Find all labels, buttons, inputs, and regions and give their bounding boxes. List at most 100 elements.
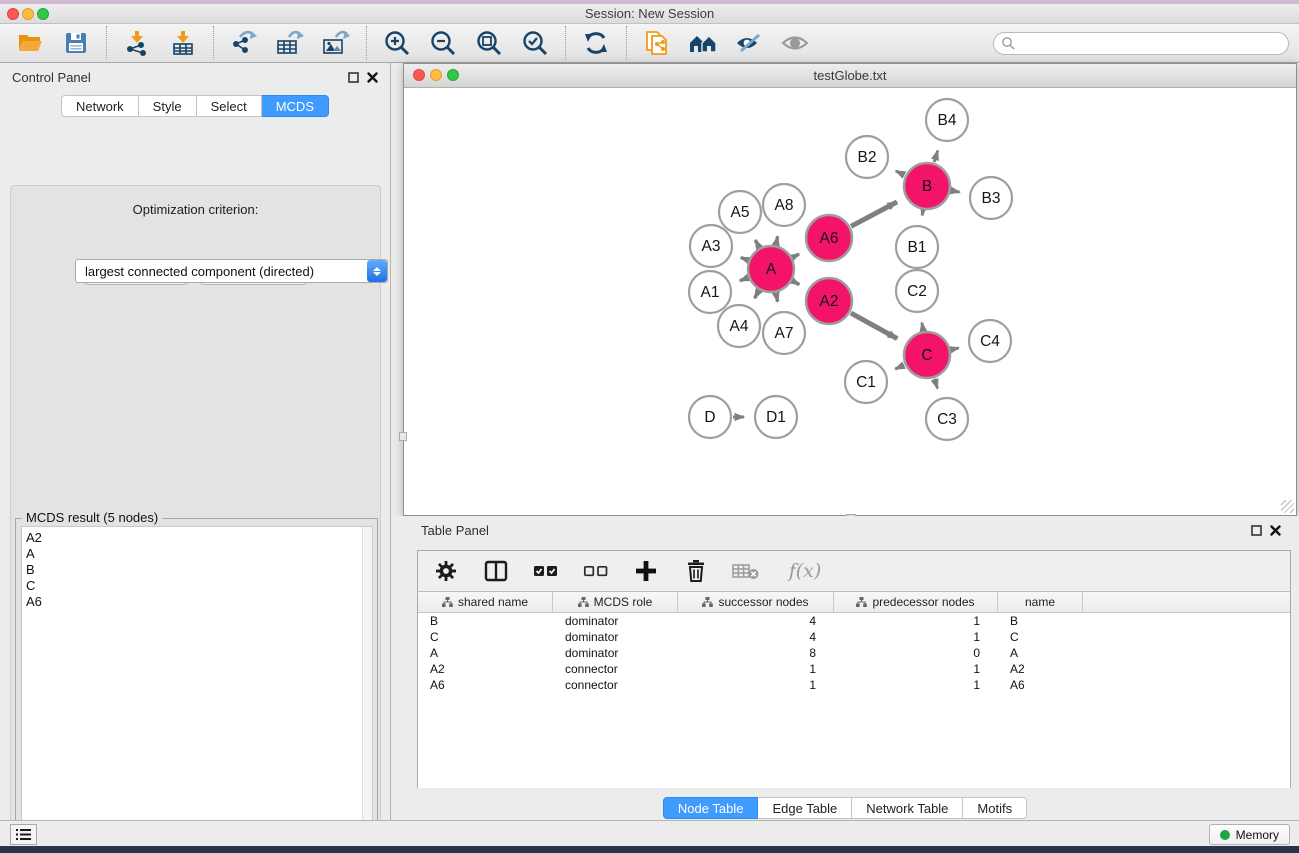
table-cell[interactable]: dominator — [553, 645, 678, 661]
import-table-icon[interactable] — [167, 27, 199, 59]
maximize-window-button[interactable] — [37, 8, 49, 20]
export-image-icon[interactable] — [320, 27, 352, 59]
select-all-icon[interactable] — [532, 557, 560, 585]
graph-edge-A-A4[interactable] — [755, 291, 759, 298]
table-cell[interactable]: 1 — [834, 661, 998, 677]
graph-node-D1[interactable]: D1 — [755, 396, 797, 438]
network-window-titlebar[interactable]: testGlobe.txt — [404, 64, 1296, 88]
tab-edge-table[interactable]: Edge Table — [758, 797, 852, 819]
graph-node-B3[interactable]: B3 — [970, 177, 1012, 219]
graph-edge-C-C2[interactable] — [922, 323, 923, 331]
mcds-result-item[interactable]: C — [26, 578, 372, 594]
table-settings-icon[interactable] — [432, 557, 460, 585]
table-cell[interactable]: 4 — [678, 613, 834, 629]
maximize-network-button[interactable] — [447, 69, 459, 81]
export-table-icon[interactable] — [274, 27, 306, 59]
mcds-result-item[interactable]: A6 — [26, 594, 372, 610]
table-row[interactable]: Bdominator41B — [418, 613, 1290, 629]
column-header-shared-name[interactable]: shared name — [418, 592, 553, 612]
table-row[interactable]: Cdominator41C — [418, 629, 1290, 645]
graph-edge-B-B2[interactable] — [896, 171, 905, 175]
show-all-icon[interactable] — [779, 27, 811, 59]
resize-grip-icon[interactable] — [1281, 500, 1294, 513]
graph-edge-A-A6[interactable] — [793, 254, 799, 257]
tab-node-table[interactable]: Node Table — [663, 797, 759, 819]
table-row[interactable]: A6connector11A6 — [418, 677, 1290, 693]
graph-edge-C-C3[interactable] — [934, 379, 937, 389]
mcds-result-item[interactable]: B — [26, 562, 372, 578]
tab-network[interactable]: Network — [61, 95, 139, 117]
network-canvas[interactable]: B4B2BB3A8A5A6A3B1AA1C2A2A4A7C4CC1DD1C3 — [404, 88, 1296, 515]
zoom-selected-icon[interactable] — [519, 27, 551, 59]
float-table-panel-icon[interactable] — [1251, 525, 1262, 536]
table-cell[interactable]: B — [998, 613, 1083, 629]
table-cell[interactable]: A6 — [418, 677, 553, 693]
graph-node-B2[interactable]: B2 — [846, 136, 888, 178]
graph-edge-A6-B[interactable] — [851, 202, 897, 226]
zoom-fit-icon[interactable] — [473, 27, 505, 59]
add-row-icon[interactable] — [632, 557, 660, 585]
close-panel-icon[interactable] — [367, 72, 378, 83]
zoom-in-icon[interactable] — [381, 27, 413, 59]
delete-table-icon[interactable] — [732, 557, 760, 585]
table-cell[interactable]: A — [998, 645, 1083, 661]
scrollbar[interactable] — [362, 527, 372, 853]
delete-row-icon[interactable] — [682, 557, 710, 585]
graph-node-C1[interactable]: C1 — [845, 361, 887, 403]
graph-edge-B-B1[interactable] — [922, 211, 923, 216]
mcds-result-item[interactable]: A — [26, 546, 372, 562]
open-session-icon[interactable] — [14, 27, 46, 59]
graph-edge-A2-C[interactable] — [851, 313, 897, 339]
mcds-result-item[interactable]: A2 — [26, 530, 372, 546]
graph-edge-C-C1[interactable] — [895, 365, 904, 369]
column-header-predecessor-nodes[interactable]: predecessor nodes — [834, 592, 998, 612]
graph-node-C3[interactable]: C3 — [926, 398, 968, 440]
hide-selected-icon[interactable] — [733, 27, 765, 59]
table-row[interactable]: Adominator80A — [418, 645, 1290, 661]
tab-select[interactable]: Select — [197, 95, 262, 117]
table-cell[interactable]: 8 — [678, 645, 834, 661]
table-cell[interactable]: C — [418, 629, 553, 645]
graph-node-C4[interactable]: C4 — [969, 320, 1011, 362]
table-cell[interactable]: connector — [553, 677, 678, 693]
table-cell[interactable]: connector — [553, 661, 678, 677]
import-network-icon[interactable] — [121, 27, 153, 59]
column-header-name[interactable]: name — [998, 592, 1083, 612]
graph-edge-A-A5[interactable] — [755, 240, 759, 247]
graph-node-D[interactable]: D — [689, 396, 731, 438]
task-history-button[interactable] — [10, 824, 37, 845]
graph-node-B1[interactable]: B1 — [896, 226, 938, 268]
graph-node-A6[interactable]: A6 — [806, 215, 852, 261]
table-cell[interactable]: A2 — [418, 661, 553, 677]
column-header-mcds-role[interactable]: MCDS role — [553, 592, 678, 612]
table-cell[interactable]: 1 — [678, 661, 834, 677]
table-cell[interactable]: 1 — [834, 613, 998, 629]
search-box[interactable] — [993, 32, 1289, 55]
table-cell[interactable]: A6 — [998, 677, 1083, 693]
mcds-result-list[interactable]: A2ABCA6 — [21, 526, 373, 853]
table-cell[interactable]: B — [418, 613, 553, 629]
minimize-network-button[interactable] — [430, 69, 442, 81]
graph-node-A8[interactable]: A8 — [763, 184, 805, 226]
graph-edge-A-A2[interactable] — [793, 281, 799, 284]
graph-edge-C-C4[interactable] — [951, 348, 958, 350]
table-row[interactable]: A2connector11A2 — [418, 661, 1290, 677]
table-cell[interactable]: A2 — [998, 661, 1083, 677]
graph-node-A1[interactable]: A1 — [689, 271, 731, 313]
unselect-all-icon[interactable] — [582, 557, 610, 585]
tab-mcds[interactable]: MCDS — [262, 95, 329, 117]
apply-layout-icon[interactable] — [580, 27, 612, 59]
first-neighbors-icon[interactable] — [687, 27, 719, 59]
table-cell[interactable]: 4 — [678, 629, 834, 645]
table-cell[interactable]: 0 — [834, 645, 998, 661]
table-cell[interactable]: dominator — [553, 613, 678, 629]
graph-edge-A-A7[interactable] — [776, 293, 778, 301]
zoom-out-icon[interactable] — [427, 27, 459, 59]
apply-function-icon[interactable]: f(x) — [782, 557, 828, 585]
table-cell[interactable]: C — [998, 629, 1083, 645]
tab-network-table[interactable]: Network Table — [852, 797, 963, 819]
column-header-successor-nodes[interactable]: successor nodes — [678, 592, 834, 612]
minimize-window-button[interactable] — [22, 8, 34, 20]
graph-node-C2[interactable]: C2 — [896, 270, 938, 312]
table-cell[interactable]: dominator — [553, 629, 678, 645]
